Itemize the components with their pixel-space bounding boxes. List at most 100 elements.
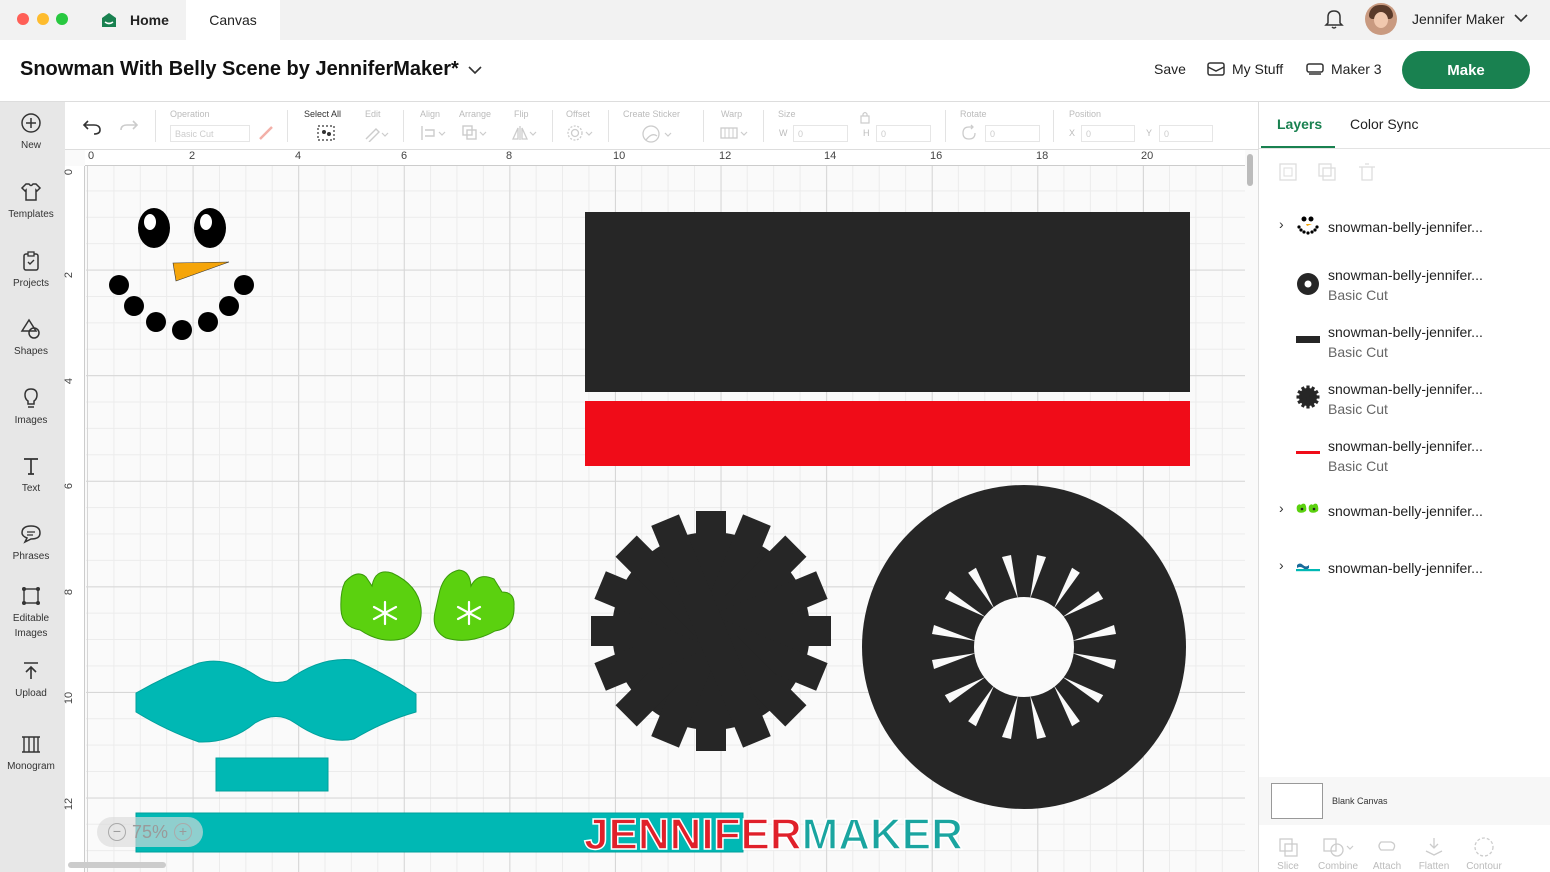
chevron-right-icon[interactable]: › [1279,216,1284,232]
layer-row[interactable]: snowman-belly-jennifer... Basic Cut [1259,437,1550,487]
operation-select[interactable]: Basic Cut [170,125,250,142]
save-button[interactable]: Save [1154,61,1186,77]
sidebar-item-monogram[interactable]: Monogram [0,733,62,774]
group-icon[interactable] [1279,163,1297,181]
close-window-button[interactable] [17,13,29,25]
shapes-icon [20,318,40,339]
trash-icon[interactable] [1359,163,1375,181]
offset-icon[interactable] [566,124,594,142]
carrot-nose[interactable] [172,261,230,282]
sidebar-item-shapes[interactable]: Shapes [0,318,62,359]
sidebar-item-upload[interactable]: Upload [0,660,62,701]
sidebar-item-editable-images[interactable]: Editable Images [0,585,62,641]
left-sidebar: New Templates Projects Shapes Images Tex… [0,102,65,872]
slice-label: Slice [1277,861,1299,872]
project-title-text: Snowman With Belly Scene by JenniferMake… [20,58,459,80]
position-x-input[interactable]: 0 [1081,125,1135,142]
black-rectangle[interactable] [585,212,1190,392]
warp-icon[interactable] [719,124,749,142]
minimize-window-button[interactable] [37,13,49,25]
red-rectangle[interactable] [585,401,1190,466]
sidebar-label: Images [14,415,48,426]
zoom-out-icon[interactable]: − [107,823,126,841]
pen-color-icon[interactable] [257,124,275,142]
ruler-tick: 4 [295,150,302,162]
snowman-face-design[interactable] [109,208,254,340]
chevron-down-icon[interactable] [468,65,482,75]
chevron-right-icon[interactable]: › [1279,557,1284,573]
ruler-tick: 14 [824,150,837,162]
ruler-tick: 4 [63,377,76,385]
chevron-right-icon[interactable]: › [1279,500,1284,516]
combine-button[interactable]: Combine [1313,836,1363,872]
sidebar-item-text[interactable]: Text [0,455,62,496]
flip-label: Flip [514,109,529,119]
select-all-icon[interactable] [316,124,336,142]
make-button[interactable]: Make [1402,51,1530,89]
vertical-scrollbar[interactable] [1247,154,1253,186]
maximize-window-button[interactable] [56,13,68,25]
sidebar-item-new[interactable]: New [0,112,62,153]
layer-row[interactable]: › snowman-belly-jennifer... [1259,553,1550,603]
project-title[interactable]: Snowman With Belly Scene by JenniferMake… [20,58,482,81]
tab-home[interactable]: Home [100,0,169,40]
sidebar-item-phrases[interactable]: Phrases [0,523,62,564]
machine-label: Maker 3 [1331,61,1382,77]
tab-layers[interactable]: Layers [1277,116,1322,132]
create-sticker-icon[interactable] [640,124,674,144]
attach-button[interactable]: Attach [1365,836,1409,872]
layer-row[interactable]: › snowman-belly-jennifer... [1259,212,1550,262]
sidebar-item-templates[interactable]: Templates [0,181,62,222]
sidebar-item-projects[interactable]: Projects [0,250,62,291]
upload-icon [24,662,38,679]
right-eye[interactable] [194,208,226,248]
mittens-design[interactable] [340,569,515,641]
left-eye[interactable] [138,208,170,248]
chevron-down-icon[interactable] [1514,13,1528,23]
flatten-icon [1425,838,1443,856]
user-name[interactable]: Jennifer Maker [1412,11,1505,27]
layer-name: snowman-belly-jennifer... [1328,438,1483,454]
redo-icon[interactable] [119,118,139,136]
flip-icon[interactable] [511,124,537,142]
app-window: Home Canvas Jennifer Maker Snowman With … [0,0,1550,872]
arrange-label: Arrange [459,109,492,119]
contour-button[interactable]: Contour [1462,836,1506,872]
size-w-input[interactable]: 0 [793,125,848,142]
duplicate-icon[interactable] [1318,163,1336,181]
editable-image-icon [22,587,40,605]
rotate-input[interactable]: 0 [985,125,1040,142]
rotate-icon[interactable] [960,124,978,142]
contour-icon [1474,837,1494,857]
lock-icon[interactable] [859,110,871,124]
horizontal-scrollbar[interactable] [68,862,166,868]
edit-icon[interactable] [363,124,389,142]
layer-row[interactable]: snowman-belly-jennifer... Basic Cut [1259,323,1550,373]
layer-row[interactable]: › snowman-belly-jennifer... [1259,496,1550,546]
align-icon[interactable] [420,124,446,142]
bell-icon[interactable] [1324,8,1344,30]
monogram-icon [22,736,40,753]
layer-row[interactable]: snowman-belly-jennifer... Basic Cut [1259,266,1550,316]
ring-design[interactable] [862,485,1186,809]
undo-icon[interactable] [82,118,102,136]
size-h-input[interactable]: 0 [876,125,931,142]
position-y-input[interactable]: 0 [1159,125,1213,142]
slice-button[interactable]: Slice [1266,836,1310,872]
sidebar-item-images[interactable]: Images [0,387,62,428]
layer-row[interactable]: snowman-belly-jennifer... Basic Cut [1259,380,1550,430]
watermark-part2: MAKER [801,809,964,860]
blank-canvas-row[interactable]: Blank Canvas [1259,777,1550,825]
tab-layers-label: Layers [1277,116,1323,132]
avatar[interactable] [1365,3,1397,35]
operation-value: Basic Cut [175,129,214,139]
tab-color-sync[interactable]: Color Sync [1350,116,1418,132]
machine-button[interactable]: Maker 3 [1306,61,1382,77]
tab-canvas[interactable]: Canvas [186,0,280,40]
gear-circle-design[interactable] [591,511,831,751]
arrange-icon[interactable] [461,124,487,142]
make-label: Make [1447,61,1485,79]
flatten-button[interactable]: Flatten [1412,836,1456,872]
my-stuff-button[interactable]: My Stuff [1207,61,1283,77]
zoom-in-icon[interactable]: + [174,823,193,841]
